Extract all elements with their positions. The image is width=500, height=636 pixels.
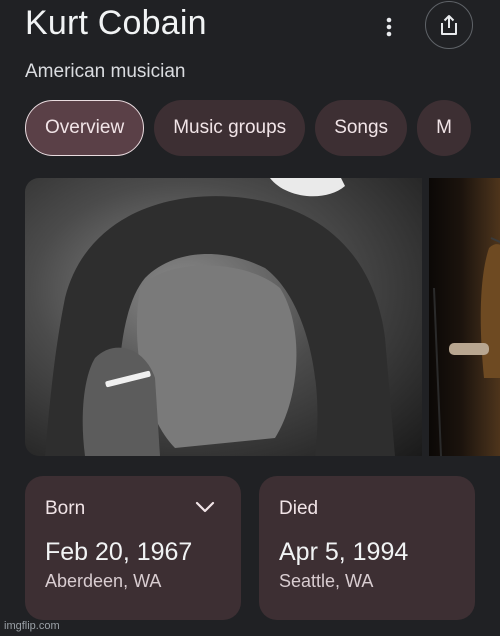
tab-songs[interactable]: Songs: [315, 100, 408, 156]
concert-photo-art: [433, 237, 500, 456]
share-icon: [441, 15, 457, 35]
chevron-down-icon[interactable]: [195, 500, 215, 514]
page-title: Kurt Cobain: [25, 4, 207, 42]
died-card[interactable]: Died Apr 5, 1994 Seattle, WA: [259, 476, 475, 620]
born-card[interactable]: Born Feb 20, 1967 Aberdeen, WA: [25, 476, 241, 620]
tab-music-groups[interactable]: Music groups: [154, 100, 306, 156]
fact-cards: Born Feb 20, 1967 Aberdeen, WA Died Apr …: [25, 476, 475, 620]
image-gallery[interactable]: [25, 178, 500, 456]
tab-bar: Overview Music groups Songs M: [25, 100, 471, 156]
tab-more[interactable]: M: [417, 100, 471, 156]
more-options-button[interactable]: [372, 10, 406, 44]
tab-overview[interactable]: Overview: [25, 100, 145, 156]
more-vert-icon: [386, 17, 392, 37]
born-date: Feb 20, 1967: [45, 538, 193, 566]
died-date: Apr 5, 1994: [279, 538, 409, 566]
concert-photo[interactable]: [429, 178, 500, 456]
died-label: Died: [279, 498, 319, 519]
born-place: Aberdeen, WA: [45, 571, 162, 591]
died-place: Seattle, WA: [279, 571, 374, 591]
share-button[interactable]: [425, 1, 473, 49]
portrait-photo-art: [45, 178, 395, 456]
portrait-photo[interactable]: [25, 178, 422, 456]
watermark: imgflip.com: [4, 620, 60, 632]
page-subtitle: American musician: [25, 61, 186, 82]
